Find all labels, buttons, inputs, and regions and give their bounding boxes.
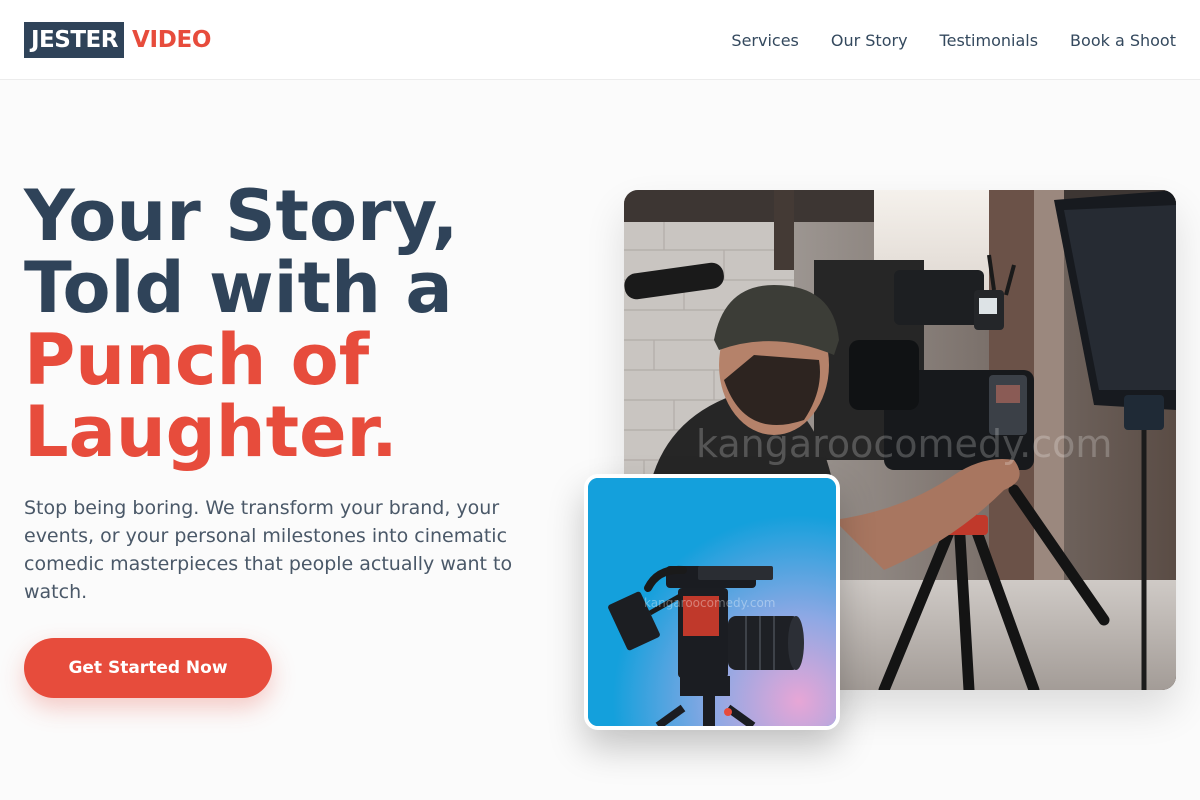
hero-subtitle: Stop being boring. We transform your bra… xyxy=(24,497,513,603)
hero-title: Your Story, Told with a Punch of Laughte… xyxy=(24,180,584,468)
brand-logo[interactable]: JESTER VIDEO xyxy=(24,22,211,58)
hero-title-line-1: Your Story, xyxy=(24,175,459,257)
hero-title-line-2: Told with a xyxy=(24,247,453,329)
nav-link-services[interactable]: Services xyxy=(731,31,798,50)
logo-primary-text: JESTER xyxy=(24,22,124,58)
site-header: JESTER VIDEO Services Our Story Testimon… xyxy=(0,0,1200,80)
hero-secondary-photo: kangaroocomedy.com xyxy=(584,474,840,730)
get-started-button[interactable]: Get Started Now xyxy=(24,638,272,698)
hero-title-accent-line-1: Punch of xyxy=(24,319,370,401)
logo-accent-text: VIDEO xyxy=(131,27,212,53)
hero-title-accent-line-2: Laughter. xyxy=(24,391,398,473)
nav-link-book-a-shoot[interactable]: Book a Shoot xyxy=(1070,31,1176,50)
nav-link-testimonials[interactable]: Testimonials xyxy=(940,31,1039,50)
main-nav: Services Our Story Testimonials Book a S… xyxy=(731,0,1176,80)
camera-closeup-photo xyxy=(588,478,836,726)
nav-link-our-story[interactable]: Our Story xyxy=(831,31,908,50)
